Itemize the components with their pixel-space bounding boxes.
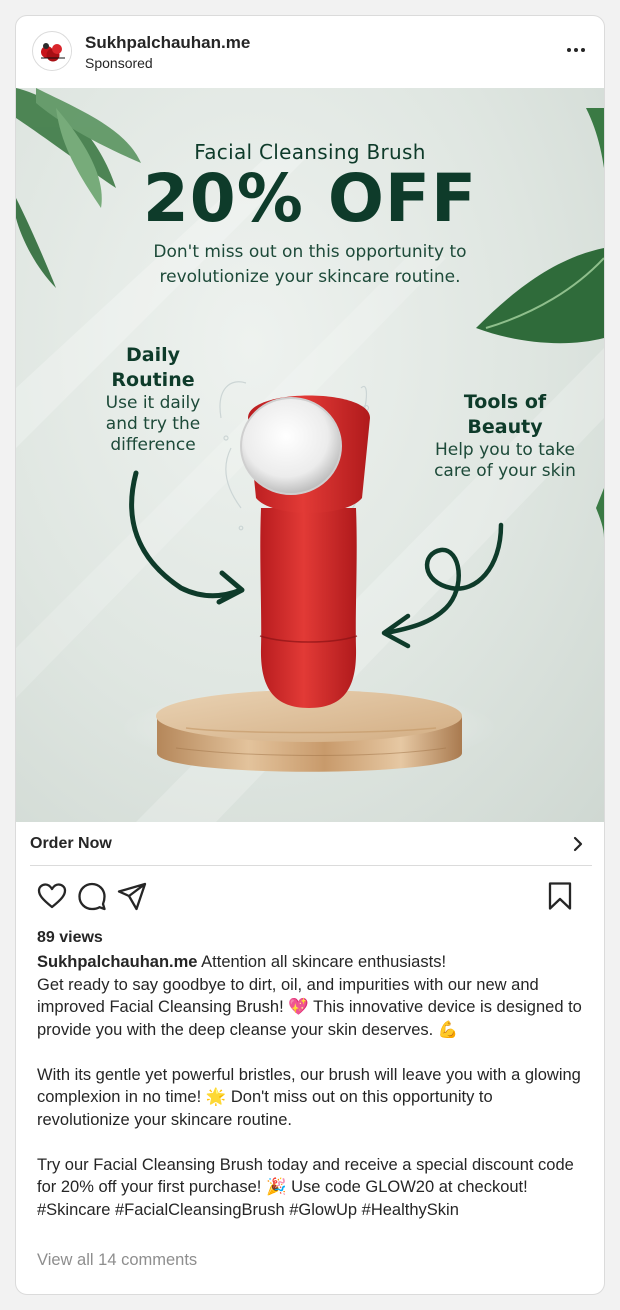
caption-hashtags[interactable]: #Skincare #FacialCleansingBrush #GlowUp … xyxy=(37,1199,587,1222)
ad-daily-routine-body-line2: and try the xyxy=(105,414,201,434)
post-caption: Sukhpalchauhan.me Attention all skincare… xyxy=(37,951,587,1221)
chevron-right-icon xyxy=(573,836,583,852)
comment-icon[interactable] xyxy=(76,880,108,912)
ad-discount: 20% OFF xyxy=(142,160,478,237)
ad-tools-heading-line2: Beauty xyxy=(467,416,543,438)
cta-label: Order Now xyxy=(30,835,112,852)
account-name[interactable]: Sukhpalchauhan.me xyxy=(85,33,250,53)
ad-daily-routine-block: Daily Routine Use it daily and try the d… xyxy=(68,343,238,456)
ad-tools-body-line2: care of your skin xyxy=(434,461,576,481)
action-bar xyxy=(16,878,604,918)
ad-tools-heading-line1: Tools of xyxy=(463,391,547,413)
ad-tools-body-line1: Help you to take xyxy=(434,440,576,460)
view-comments-link[interactable]: View all 14 comments xyxy=(37,1251,197,1270)
avatar[interactable] xyxy=(32,31,72,71)
post-header: Sukhpalchauhan.me Sponsored xyxy=(16,16,604,88)
caption-username[interactable]: Sukhpalchauhan.me xyxy=(37,953,197,971)
avatar-logo xyxy=(34,33,71,70)
ad-daily-routine-body-line1: Use it daily xyxy=(105,393,201,413)
bookmark-icon[interactable] xyxy=(544,880,576,912)
ad-daily-routine-heading-line1: Daily xyxy=(125,344,180,366)
ad-tools-of-beauty-block: Tools of Beauty Help you to take care of… xyxy=(420,390,590,482)
ad-subtitle: Don't miss out on this opportunity to re… xyxy=(153,242,467,287)
cta-divider xyxy=(30,865,592,866)
share-icon[interactable] xyxy=(116,880,148,912)
order-now-cta[interactable]: Order Now xyxy=(16,822,604,866)
caption-first-line: Sukhpalchauhan.me Attention all skincare… xyxy=(37,951,587,974)
ad-creative-image[interactable]: Facial Cleansing Brush 20% OFF Don't mis… xyxy=(16,88,604,822)
caption-para3: Try our Facial Cleansing Brush today and… xyxy=(37,1155,574,1197)
caption-para1: Get ready to say goodbye to dirt, oil, a… xyxy=(37,975,582,1039)
sponsored-label: Sponsored xyxy=(85,55,153,71)
caption-line1: Attention all skincare enthusiasts! xyxy=(197,953,447,971)
heart-icon[interactable] xyxy=(36,880,68,912)
more-options-icon[interactable] xyxy=(564,38,588,62)
caption-para2: With its gentle yet powerful bristles, o… xyxy=(37,1065,581,1129)
ad-daily-routine-body-line3: difference xyxy=(110,435,196,455)
views-count: 89 views xyxy=(37,929,103,946)
sponsored-post-card: Sukhpalchauhan.me Sponsored Facial Clean… xyxy=(15,15,605,1295)
ad-daily-routine-heading-line2: Routine xyxy=(111,369,195,391)
